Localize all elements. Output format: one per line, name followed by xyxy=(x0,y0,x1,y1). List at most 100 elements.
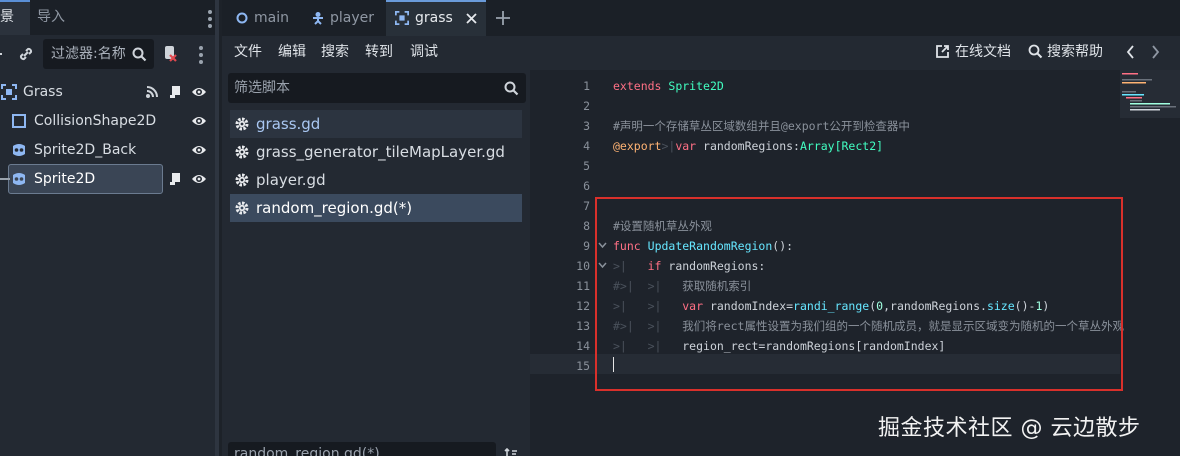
tab-main[interactable]: main xyxy=(232,0,304,36)
script-filter-box xyxy=(228,73,526,103)
script-item-label: player.gd xyxy=(256,171,326,189)
tab-label: player xyxy=(330,10,375,26)
tree-node-label: Grass xyxy=(23,84,63,100)
line-number: 6 xyxy=(583,179,590,193)
node-circle-icon xyxy=(236,12,248,24)
keyword: extends xyxy=(613,79,662,93)
line-number: 13 xyxy=(576,319,590,333)
tree-node-sprite2d-back[interactable]: Sprite2D_Back xyxy=(0,136,219,164)
external-link-icon xyxy=(936,45,949,58)
visibility-eye-icon[interactable] xyxy=(191,114,207,128)
sprite2d-node-icon xyxy=(395,11,409,25)
add-node-icon[interactable] xyxy=(0,46,4,62)
menu-search[interactable]: 搜索 xyxy=(321,36,349,68)
tree-node-label: Sprite2D xyxy=(34,171,96,187)
line-number: 14 xyxy=(576,339,590,353)
line-number: 12 xyxy=(576,299,590,313)
tab-scene[interactable]: 景 xyxy=(0,0,30,35)
collision-shape-icon xyxy=(12,114,26,128)
dock-splitter[interactable] xyxy=(215,0,219,456)
visibility-eye-icon[interactable] xyxy=(191,143,207,157)
annotation-highlight-box xyxy=(595,197,1123,391)
script-item-random-region[interactable]: random_region.gd(*) xyxy=(230,194,522,222)
scene-menu-icon[interactable] xyxy=(199,46,203,64)
visibility-eye-icon[interactable] xyxy=(191,172,207,186)
line-number: 4 xyxy=(583,139,590,153)
menu-debug[interactable]: 调试 xyxy=(410,36,438,68)
search-icon[interactable] xyxy=(504,81,519,96)
line-number: 5 xyxy=(583,159,590,173)
code-line-3: #声明一个存储草丛区域数组并且@export公开到检查器中 xyxy=(613,119,910,133)
type-name: Sprite2D xyxy=(668,79,724,93)
script-item-grass[interactable]: grass.gd xyxy=(230,110,522,138)
script-icon[interactable] xyxy=(169,172,181,186)
line-number: 15 xyxy=(576,359,590,373)
online-docs-button[interactable]: 在线文档 xyxy=(955,36,1011,68)
chevron-left-icon[interactable] xyxy=(1125,44,1135,60)
tree-node-collisionshape2d[interactable]: CollisionShape2D xyxy=(0,107,219,135)
line-number: 1 xyxy=(583,79,590,93)
line-number: 2 xyxy=(583,99,590,113)
script-item-label: grass_generator_tileMapLayer.gd xyxy=(256,143,505,161)
gear-icon xyxy=(235,173,249,187)
keyword: var xyxy=(675,139,697,153)
method-filter-text: random_region.gd(*) xyxy=(234,446,380,456)
method-filter-box[interactable]: random_region.gd(*) xyxy=(228,442,496,456)
code-line-1: extends Sprite2D xyxy=(613,76,724,96)
search-help-button[interactable]: 搜索帮助 xyxy=(1047,36,1103,68)
scene-filter-box xyxy=(43,39,154,69)
script-item-label: grass.gd xyxy=(256,115,321,133)
line-number: 7 xyxy=(583,199,590,213)
menu-edit[interactable]: 编辑 xyxy=(278,36,306,68)
gear-icon xyxy=(235,201,249,215)
tab-label: grass xyxy=(415,10,453,26)
tab-grass[interactable]: grass xyxy=(386,0,486,36)
script-menu-bar: 文件 编辑 搜索 转到 调试 在线文档 搜索帮助 xyxy=(222,36,1180,70)
line-number: 3 xyxy=(583,119,590,133)
code-minimap[interactable] xyxy=(1120,70,1180,130)
menu-goto[interactable]: 转到 xyxy=(365,36,393,68)
identifier: randomRegions: xyxy=(696,139,800,153)
main-tab-bar: main player grass xyxy=(222,0,1180,36)
visibility-eye-icon[interactable] xyxy=(191,85,207,99)
godot-sprite-icon xyxy=(13,173,25,185)
tab-label: main xyxy=(254,10,289,26)
menu-file[interactable]: 文件 xyxy=(234,36,262,68)
script-item-grass-generator[interactable]: grass_generator_tileMapLayer.gd xyxy=(230,138,522,166)
type-name: Array[Rect2] xyxy=(799,139,884,153)
add-tab-icon[interactable] xyxy=(496,11,510,25)
script-list-panel: grass.gd grass_generator_tileMapLayer.gd… xyxy=(222,70,530,456)
tree-node-sprite2d[interactable]: Sprite2D xyxy=(0,165,219,193)
script-icon[interactable] xyxy=(169,85,181,99)
scene-dock: 景 导入 Grass xyxy=(0,0,219,456)
tab-player[interactable]: player xyxy=(306,0,382,36)
script-item-label: random_region.gd(*) xyxy=(256,199,413,217)
script-filter-input[interactable] xyxy=(234,73,484,103)
line-number: 8 xyxy=(583,219,590,233)
tree-node-label: Sprite2D_Back xyxy=(34,142,137,158)
sort-icon[interactable] xyxy=(504,448,518,456)
search-icon[interactable] xyxy=(132,47,147,62)
watermark: 掘金技术社区 @ 云边散步 xyxy=(878,416,1141,441)
line-number: 11 xyxy=(576,279,590,293)
scene-filter-input[interactable] xyxy=(51,39,131,69)
dock-menu-icon[interactable] xyxy=(208,10,212,28)
signal-icon[interactable] xyxy=(145,85,159,99)
search-help-icon xyxy=(1028,44,1043,59)
line-number: 9 xyxy=(583,239,590,253)
sprite2d-node-icon xyxy=(1,84,17,100)
tab-import[interactable]: 导入 xyxy=(37,0,65,35)
tree-node-grass[interactable]: Grass xyxy=(0,78,219,106)
character-body-icon xyxy=(313,12,323,25)
line-number: 10 xyxy=(576,259,590,273)
annotation: @export xyxy=(613,139,662,153)
attach-script-icon[interactable] xyxy=(162,45,178,62)
gear-icon xyxy=(235,145,249,159)
godot-sprite-icon xyxy=(13,144,25,156)
chevron-right-icon[interactable] xyxy=(1151,44,1161,60)
link-icon[interactable] xyxy=(18,46,34,62)
code-line-4: @export>|var randomRegions:Array[Rect2] xyxy=(613,139,884,153)
gear-icon xyxy=(235,117,249,131)
close-icon[interactable] xyxy=(466,13,477,24)
script-item-player[interactable]: player.gd xyxy=(230,166,522,194)
